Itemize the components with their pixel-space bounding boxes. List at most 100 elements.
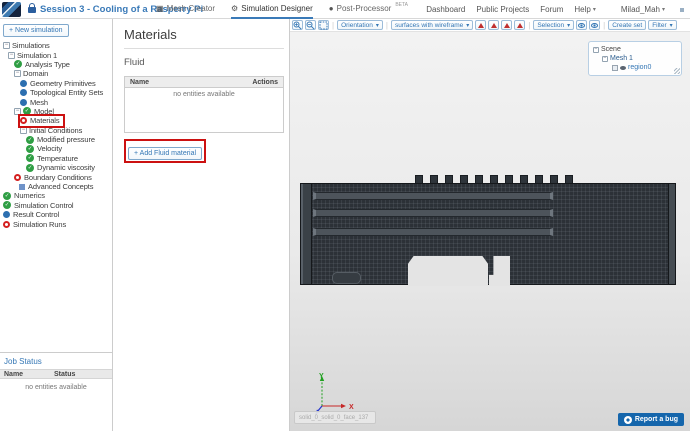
nav-dashboard[interactable]: Dashboard	[426, 5, 465, 14]
tree-item-domain[interactable]: − Domain	[14, 69, 48, 78]
new-simulation-button[interactable]: + New simulation	[3, 24, 69, 37]
collapse-icon: −	[20, 126, 27, 134]
panel-title: Materials	[124, 27, 177, 42]
resize-handle-icon[interactable]	[674, 68, 680, 74]
tree-item-boundary-conditions[interactable]: Boundary Conditions	[14, 172, 92, 182]
zoom-in-icon	[293, 21, 302, 30]
eye-icon[interactable]	[620, 65, 626, 70]
job-status-header: Name Status	[0, 369, 112, 379]
nav-forum[interactable]: Forum	[540, 5, 563, 14]
tree-item-simulation-control[interactable]: ✓ Simulation Control	[3, 200, 74, 210]
table-header: Name Actions	[125, 77, 283, 88]
tree-item-modified-pressure[interactable]: ✓ Modified pressure	[26, 135, 95, 144]
tree-item-temperature[interactable]: ✓ Temperature	[26, 154, 78, 163]
hide-selection-button[interactable]	[589, 20, 601, 30]
zoom-out-button[interactable]	[305, 20, 316, 30]
hide-faces-button[interactable]	[475, 20, 487, 30]
mesh-left-edge	[300, 183, 312, 285]
check-icon: ✓	[14, 60, 22, 69]
tree-item-velocity[interactable]: ✓ Velocity	[26, 144, 62, 153]
tree-item-initial-conditions[interactable]: − Initial Conditions	[20, 126, 82, 135]
scene-label: Scene	[601, 46, 621, 53]
tree-item-simulation-1[interactable]: − Simulation 1	[8, 50, 57, 60]
create-set-button[interactable]: Create set	[608, 20, 647, 30]
eye-icon	[591, 22, 599, 28]
apps-icon[interactable]	[680, 7, 684, 12]
checkbox-icon[interactable]	[612, 64, 618, 71]
mesh-label: Mesh 1	[610, 55, 633, 62]
tab-post-processor[interactable]: ● Post-Processor BETA	[329, 0, 408, 19]
toolbar-separator: |	[603, 20, 606, 30]
tab-label: Simulation Designer	[241, 4, 313, 13]
red-face-tool-icon	[503, 22, 510, 28]
zoom-out-icon	[306, 21, 315, 30]
collapse-icon[interactable]: −	[602, 55, 608, 62]
show-all-faces-button[interactable]	[514, 20, 526, 30]
viewer-panel: | Orientation | surfaces with wireframe …	[290, 19, 690, 431]
dot-icon	[20, 79, 27, 87]
nav-label: Public Projects	[476, 5, 530, 14]
fit-view-button[interactable]	[318, 20, 329, 30]
mesh-vent-slot	[313, 228, 553, 236]
column-actions: Actions	[252, 78, 278, 86]
tree-item-label: Simulation Control	[14, 200, 74, 210]
scene-mesh-item[interactable]: − Mesh 1	[593, 54, 678, 63]
render-mode-dropdown[interactable]: surfaces with wireframe	[390, 20, 474, 30]
dropdown-label: Selection	[537, 21, 565, 29]
check-icon: ✓	[3, 191, 11, 200]
report-bug-button[interactable]: Report a bug	[617, 413, 684, 426]
red-icon	[14, 173, 21, 181]
mesh-right-edge	[668, 183, 676, 285]
add-fluid-material-button[interactable]: + Add Fluid material	[128, 147, 203, 160]
bluesq-icon	[19, 183, 25, 190]
tree-item-simulations[interactable]: − Simulations	[3, 41, 50, 50]
tree-item-dynamic-viscosity[interactable]: ✓ Dynamic viscosity	[26, 163, 95, 172]
nav-help-menu[interactable]: Help ▾	[574, 5, 595, 14]
user-menu[interactable]: Milad_Mah ▾	[621, 5, 665, 14]
orientation-dropdown[interactable]: Orientation	[337, 20, 383, 30]
check-icon: ✓	[26, 135, 34, 144]
axis-x-label: X	[349, 404, 354, 411]
mesh-sd-slot	[332, 272, 361, 284]
tab-simulation-designer[interactable]: ⚙ Simulation Designer	[231, 0, 313, 19]
simscale-workbench: Session 3 - Cooling of a Rasperry Pi ▦ M…	[0, 0, 690, 431]
tree-item-numerics[interactable]: ✓ Numerics	[3, 191, 45, 200]
show-hidden-button[interactable]	[576, 20, 588, 30]
red-icon	[3, 220, 10, 228]
tree-item-result-control[interactable]: Result Control	[3, 210, 59, 219]
selection-watermark: solid_0_solid_0_face_137	[294, 411, 376, 424]
selection-dropdown[interactable]: Selection	[533, 20, 575, 30]
header-nav: Dashboard Public Projects Forum Help ▾ Mi…	[426, 0, 684, 19]
materials-panel: Materials Fluid Name Actions no entities…	[113, 19, 290, 431]
scene-region-item[interactable]: region0	[593, 63, 678, 72]
tree-item-materials[interactable]: Materials	[18, 114, 65, 128]
nav-public-projects[interactable]: Public Projects	[476, 5, 529, 14]
collapse-icon[interactable]: −	[593, 46, 599, 53]
fit-view-icon	[319, 21, 328, 29]
tree-item-simulation-runs[interactable]: Simulation Runs	[3, 219, 66, 229]
nav-label: Forum	[540, 5, 564, 14]
viewport-3d[interactable]: − Scene − Mesh 1 region0 Y X solid_0_sol…	[290, 32, 690, 431]
tree-item-analysis-type[interactable]: ✓ Analysis Type	[14, 60, 70, 69]
tree-item-model[interactable]: − ✓ Model	[14, 107, 54, 116]
show-faces-button[interactable]	[488, 20, 500, 30]
filter-dropdown[interactable]: Filter	[648, 20, 677, 30]
tree-item-geometry-primitives[interactable]: Geometry Primitives	[20, 79, 96, 88]
mesh-hdmi-notch	[408, 256, 488, 286]
table-empty-text: no entities available	[125, 88, 283, 132]
sphere-icon: ●	[328, 4, 334, 13]
dot-icon	[20, 98, 27, 106]
job-status-panel: Job Status Name Status no entities avail…	[0, 352, 112, 431]
tree-item-mesh[interactable]: Mesh	[20, 97, 48, 107]
tree-item-label: Dynamic viscosity	[37, 163, 95, 173]
zoom-in-button[interactable]	[292, 20, 303, 30]
simscale-logo-icon[interactable]	[2, 1, 21, 17]
scene-tree-panel[interactable]: − Scene − Mesh 1 region0	[588, 41, 682, 76]
tab-mesh-creator[interactable]: ▦ Mesh Creator	[156, 0, 215, 19]
tree-item-label: Initial Conditions	[29, 125, 83, 135]
isolate-faces-button[interactable]	[501, 20, 513, 30]
tree-item-label: Domain	[23, 69, 49, 79]
tree-item-advanced-concepts[interactable]: Advanced Concepts	[18, 182, 94, 191]
tree-item-topological-entity-sets[interactable]: Topological Entity Sets	[20, 88, 103, 97]
scene-root-item[interactable]: − Scene	[593, 45, 678, 54]
